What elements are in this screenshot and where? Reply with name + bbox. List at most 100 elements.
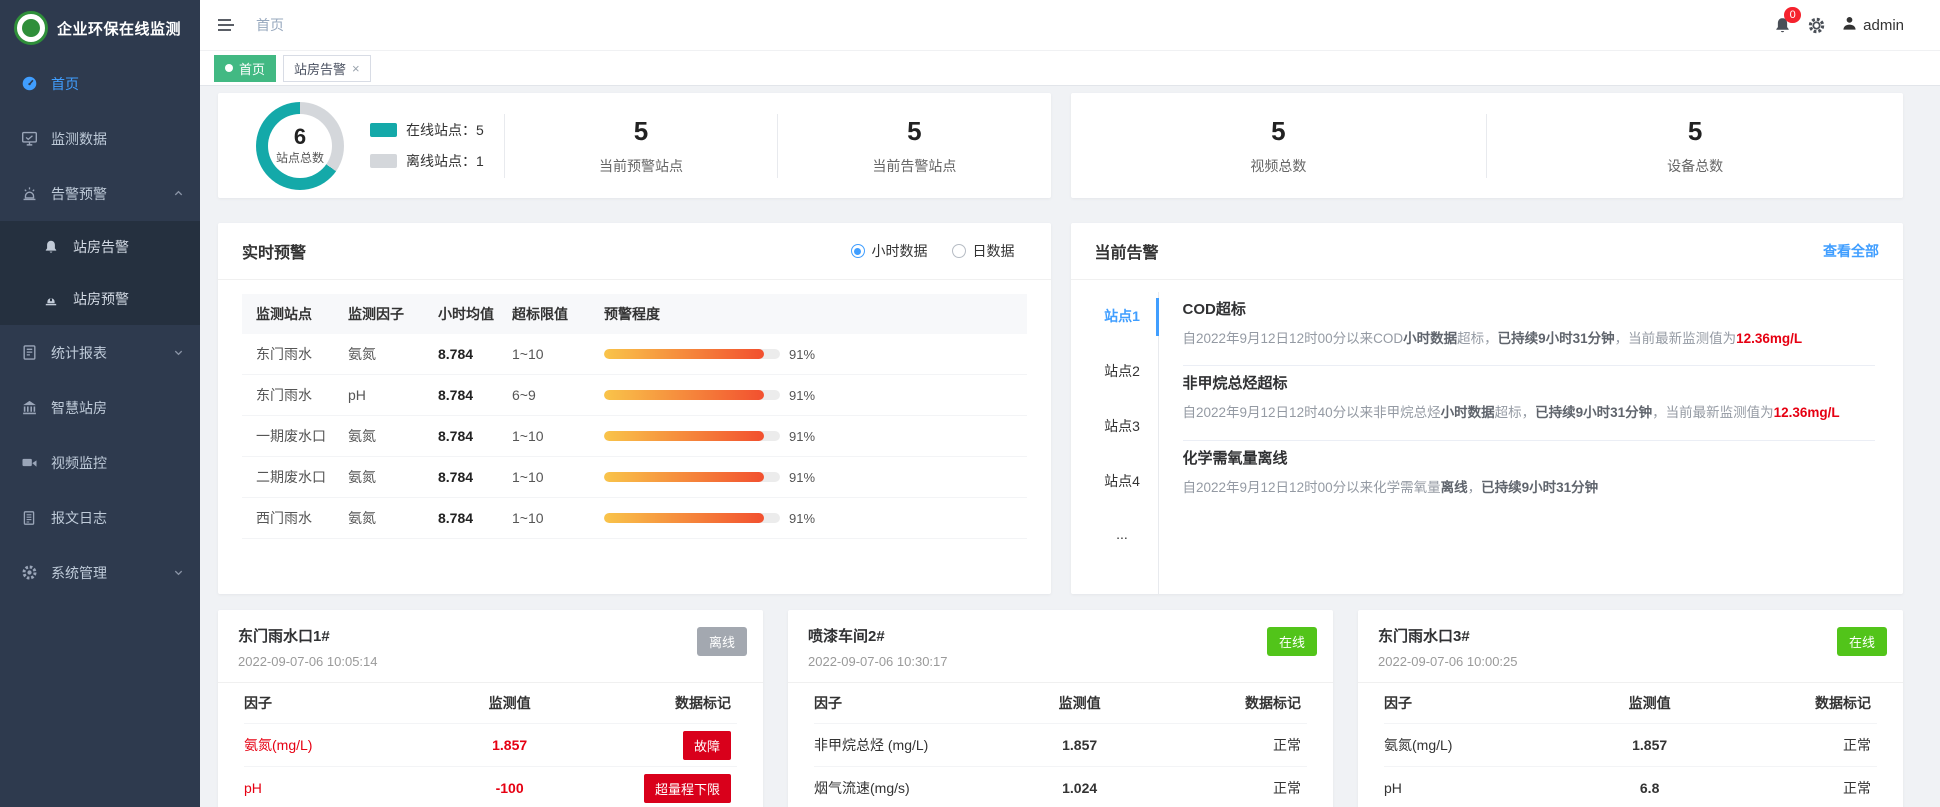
cell-value: 8.784 [438, 346, 512, 362]
cell-warning-level: 91% [604, 470, 1013, 485]
radio-小时数据[interactable]: 小时数据 [851, 241, 928, 261]
alarm-text: 自2022年9月12日12时40分以来非甲烷总烃 [1183, 405, 1441, 420]
station-timestamp: 2022-09-07-06 10:30:17 [808, 654, 1313, 669]
data-mode-radio-group: 小时数据 日数据 [851, 241, 1015, 261]
alarm-title: 化学需氧量离线 [1183, 447, 1876, 468]
alarm-text: 已持续9小时31分钟 [1481, 480, 1598, 495]
tab-label: 首页 [239, 59, 265, 78]
cell-limit: 1~10 [512, 346, 604, 362]
column-header: 监测因子 [348, 304, 438, 324]
cell-station: 东门雨水 [256, 385, 348, 405]
sidebar-item-stats-report[interactable]: 统计报表 [0, 325, 200, 380]
stat-blocks-right: 5视频总数5设备总数 [1071, 114, 1904, 178]
sidebar-item-message-log[interactable]: 报文日志 [0, 490, 200, 545]
alarm-description: 自2022年9月12日12时00分以来化学需氧量离线，已持续9小时31分钟 [1183, 475, 1876, 501]
cell-factor: pH [1384, 780, 1576, 796]
radio-日数据[interactable]: 日数据 [952, 241, 1015, 261]
settings-gear-icon[interactable] [1807, 16, 1826, 35]
cell-value: 1.857 [1006, 737, 1154, 753]
stat-block: 5设备总数 [1487, 116, 1903, 176]
station-table-header: 因子监测值数据标记 [244, 683, 737, 723]
mark-text: 正常 [1843, 735, 1871, 755]
realtime-panel-title: 实时预警 [242, 239, 306, 263]
warning-percent: 91% [789, 388, 815, 403]
warning-progress-bar [604, 431, 780, 441]
alarm-station-tab[interactable]: 站点1 [1087, 296, 1158, 351]
chevron-up-icon [173, 188, 184, 199]
alarm-station-tab[interactable]: 站点3 [1087, 406, 1158, 461]
alarm-list: COD超标自2022年9月12日12时00分以来COD小时数据超标，已持续9小时… [1183, 292, 1880, 594]
stat-value: 5 [505, 116, 777, 147]
alarm-text: ，当前最新监测值为 [1652, 405, 1774, 420]
alarm-description: 自2022年9月12日12时00分以来COD小时数据超标，已持续9小时31分钟，… [1183, 326, 1876, 352]
sidebar-item-alarm-warning[interactable]: 告警预警 [0, 166, 200, 221]
mark-text: 正常 [1273, 778, 1301, 798]
sidebar-item-label: 统计报表 [51, 343, 107, 363]
cell-warning-level: 91% [604, 347, 1013, 362]
alarm-item: 化学需氧量离线自2022年9月12日12时00分以来化学需氧量离线，已持续9小时… [1183, 441, 1876, 514]
sidebar-item-station-alarm[interactable]: 站房告警 [0, 221, 200, 273]
alarm-station-tab[interactable]: 站点2 [1087, 351, 1158, 406]
table-row: 东门雨水氨氮8.7841~1091% [242, 334, 1027, 375]
cell-mark: 正常 [1723, 735, 1877, 755]
content: 6 站点总数 在线站点：5 离线站点：1 [200, 86, 1940, 807]
cell-factor: 氨氮(mg/L) [1384, 735, 1576, 755]
mark-text: 正常 [1843, 778, 1871, 798]
alarm-station-tab[interactable]: ... [1087, 516, 1158, 571]
monitor-icon [20, 130, 38, 148]
sidebar-item-station-warning[interactable]: 站房预警 [0, 273, 200, 325]
status-badge: 离线 [697, 627, 747, 656]
sidebar-item-home[interactable]: 首页 [0, 56, 200, 111]
tab-站房告警[interactable]: 站房告警× [283, 55, 371, 82]
table-row: 二期废水口氨氮8.7841~1091% [242, 457, 1027, 498]
legend-offline-label: 离线站点：1 [406, 151, 484, 171]
realtime-table-header: 监测站点监测因子小时均值超标限值预警程度 [242, 294, 1027, 334]
sidebar-item-system-manage[interactable]: 系统管理 [0, 545, 200, 600]
table-row: 东门雨水pH8.7846~991% [242, 375, 1027, 416]
cell-value: 1.857 [1576, 737, 1724, 753]
alarm-value-red: 12.36mg/L [1774, 405, 1840, 420]
alarm-body: 站点1站点2站点3站点4... COD超标自2022年9月12日12时00分以来… [1071, 280, 1904, 594]
station-table-row: pH-100超量程下限 [244, 766, 737, 807]
close-icon[interactable]: × [352, 62, 360, 75]
hamburger-icon[interactable] [216, 15, 236, 35]
tab-首页[interactable]: 首页 [214, 55, 276, 82]
legend-online: 在线站点：5 [370, 120, 484, 140]
stats-row: 6 站点总数 在线站点：5 离线站点：1 [218, 93, 1903, 198]
notification-bell-icon[interactable]: 0 [1773, 16, 1792, 35]
cell-value: 1.857 [436, 737, 584, 753]
station-card-table: 因子监测值数据标记非甲烷总烃 (mg/L)1.857正常烟气流速(mg/s)1.… [788, 683, 1333, 807]
legend-offline-swatch [370, 154, 397, 168]
radio-label: 日数据 [973, 241, 1015, 261]
column-header: 因子 [244, 693, 436, 713]
alarm-text: ，当前最新监测值为 [1615, 331, 1737, 346]
user-icon [1841, 15, 1858, 36]
column-header: 因子 [814, 693, 1006, 713]
column-header: 监测值 [436, 693, 584, 713]
alarm-description: 自2022年9月12日12时40分以来非甲烷总烃小时数据超标，已持续9小时31分… [1183, 400, 1876, 426]
sidebar-item-video-monitor[interactable]: 视频监控 [0, 435, 200, 490]
column-header: 预警程度 [604, 304, 1013, 324]
station-table-header: 因子监测值数据标记 [814, 683, 1307, 723]
sidebar-item-monitor-data[interactable]: 监测数据 [0, 111, 200, 166]
cell-factor: pH [348, 387, 438, 403]
sidebar-item-smart-station[interactable]: 智慧站房 [0, 380, 200, 435]
cell-factor: 氨氮 [348, 344, 438, 364]
warning-progress-fill [604, 513, 764, 523]
alarm-text: ， [1468, 480, 1482, 495]
warning-progress-bar [604, 349, 780, 359]
warning-percent: 91% [789, 429, 815, 444]
user-menu[interactable]: admin [1841, 15, 1904, 36]
cell-station: 二期废水口 [256, 467, 348, 487]
mark-badge: 超量程下限 [644, 774, 731, 803]
view-all-link[interactable]: 查看全部 [1823, 241, 1879, 261]
alarm-text: 自2022年9月12日12时00分以来化学需氧量 [1183, 480, 1441, 495]
status-badge: 在线 [1837, 627, 1887, 656]
breadcrumb[interactable]: 首页 [256, 15, 284, 35]
realtime-warning-panel: 实时预警 小时数据日数据 监测站点监测因子小时均值超标限值预警程度 东门雨水氨氮… [218, 223, 1051, 594]
column-header: 数据标记 [1153, 693, 1307, 713]
alarm-station-tab[interactable]: 站点4 [1087, 461, 1158, 516]
warning-percent: 91% [789, 511, 815, 526]
current-alarm-panel: 当前告警 查看全部 站点1站点2站点3站点4... COD超标自2022年9月1… [1071, 223, 1904, 594]
realtime-table-body: 东门雨水氨氮8.7841~1091%东门雨水pH8.7846~991%一期废水口… [242, 334, 1027, 539]
